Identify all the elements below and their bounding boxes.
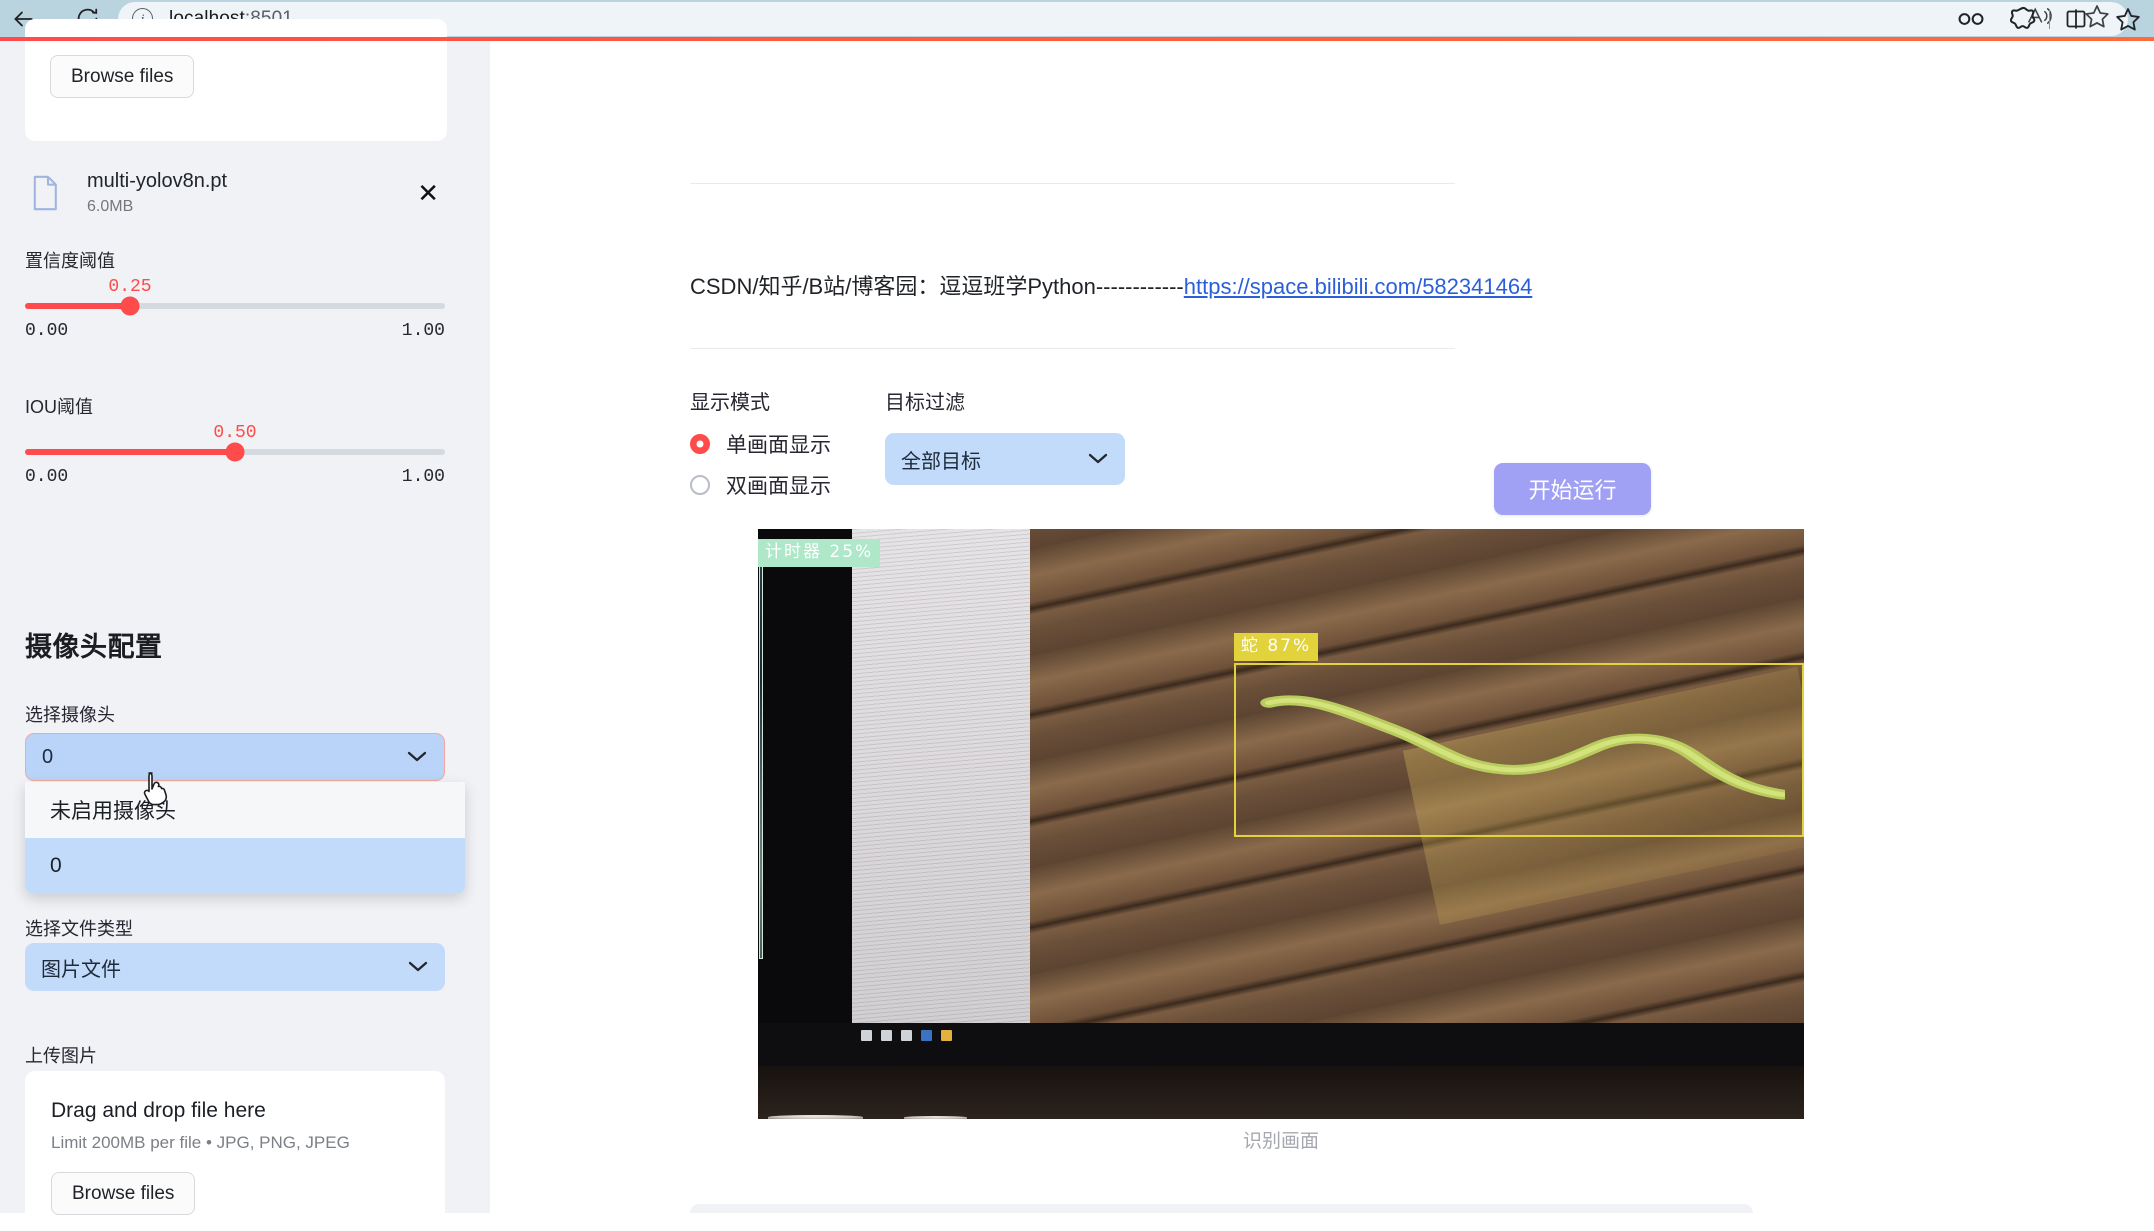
iou-slider-range: 0.00 1.00	[25, 467, 445, 487]
camera-option-0[interactable]: 0	[25, 838, 465, 894]
iou-slider-thumb[interactable]	[225, 442, 245, 462]
page-body: Browse files multi-yolov8n.pt 6.0MB ✕ 置信…	[0, 19, 2154, 1231]
confidence-slider-label: 置信度阈值	[25, 251, 115, 271]
bilibili-link[interactable]: https://space.bilibili.com/582341464	[1184, 274, 1533, 299]
windows-start-icon	[861, 1029, 873, 1041]
target-filter-label: 目标过滤	[885, 392, 965, 414]
iou-slider-max: 1.00	[401, 467, 445, 487]
iou-slider[interactable]: 0.50 0.00 1.00	[25, 423, 445, 487]
radio-dual-view-label: 双画面显示	[726, 475, 831, 498]
file-type-select[interactable]: 图片文件	[25, 943, 445, 991]
file-type-value: 图片文件	[41, 958, 121, 981]
camera-option-disabled[interactable]: 未启用摄像头	[25, 782, 465, 838]
mouse-cursor-pointer	[143, 772, 168, 806]
iou-slider-track[interactable]	[25, 442, 445, 462]
bottom-panel	[690, 1204, 1753, 1213]
sidebar: Browse files multi-yolov8n.pt 6.0MB ✕ 置信…	[0, 19, 490, 1231]
detection-label-snake: 蛇 87%	[1233, 632, 1319, 661]
app-icon-blue	[921, 1029, 933, 1041]
keyboard-region	[758, 1065, 1804, 1119]
image-file-uploader[interactable]: Drag and drop file here Limit 200MB per …	[25, 1071, 445, 1231]
camera-select-label: 选择摄像头	[25, 705, 115, 725]
app-icon-folder	[941, 1029, 953, 1041]
copilot-icon[interactable]	[1997, 0, 2049, 37]
credit-line: CSDN/知乎/B站/博客园：逗逗班学Python------------htt…	[690, 269, 1532, 301]
target-filter-value: 全部目标	[901, 450, 981, 473]
browser-extensions-area	[1945, 0, 2154, 37]
file-icon	[25, 175, 65, 211]
divider-top	[690, 183, 1455, 184]
main-content: CSDN/知乎/B站/博客园：逗逗班学Python------------htt…	[490, 41, 2154, 1213]
credit-text: CSDN/知乎/B站/博客园：逗逗班学Python------------	[690, 274, 1184, 299]
iou-slider-fill	[25, 449, 235, 455]
streamlit-accent-bar	[0, 37, 2154, 41]
snake-shape	[1260, 695, 1785, 800]
divider-bottom	[690, 348, 1455, 349]
camera-select-value: 0	[42, 745, 54, 768]
radio-dual-view[interactable]: 双画面显示	[690, 470, 831, 500]
star-collections-icon[interactable]	[2102, 0, 2154, 37]
radio-single-view-input[interactable]	[690, 434, 710, 454]
chevron-down-icon[interactable]	[407, 956, 429, 979]
search-icon	[881, 1029, 893, 1041]
confidence-slider-fill	[25, 303, 130, 309]
radio-single-view-label: 单画面显示	[726, 434, 831, 457]
hand-region-2	[904, 1116, 968, 1119]
image-browse-files-button[interactable]: Browse files	[51, 1172, 196, 1215]
chevron-down-icon[interactable]	[406, 746, 428, 769]
iou-slider-group: IOU阈值 0.50 0.00 1.00	[25, 393, 445, 487]
iou-slider-value: 0.50	[213, 423, 257, 443]
confidence-slider[interactable]: 0.25 0.00 1.00	[25, 277, 445, 341]
drag-drop-text: Drag and drop file here	[51, 1099, 266, 1122]
radio-dual-view-input[interactable]	[690, 475, 710, 495]
timer-detection-region	[758, 543, 763, 959]
chevron-down-icon[interactable]	[1087, 448, 1109, 471]
confidence-slider-range: 0.00 1.00	[25, 321, 445, 341]
upload-limit-text: Limit 200MB per file • JPG, PNG, JPEG	[51, 1133, 350, 1152]
hand-region	[768, 1114, 863, 1119]
fabric-region	[852, 529, 1030, 1023]
confidence-slider-thumb[interactable]	[120, 296, 140, 316]
uploaded-file-name: multi-yolov8n.pt	[87, 170, 228, 192]
detection-box-snake	[1233, 662, 1804, 837]
detection-label-timer: 计时器 25%	[758, 539, 881, 567]
split-screen-icon[interactable]	[2050, 0, 2102, 37]
confidence-slider-value: 0.25	[108, 277, 152, 297]
infinity-icon[interactable]	[1945, 0, 1997, 37]
video-caption: 识别画面	[1242, 1131, 1319, 1152]
iou-slider-label: IOU阈值	[25, 397, 94, 417]
image-upload-label: 上传图片	[25, 1046, 97, 1066]
display-mode-label: 显示模式	[690, 392, 770, 414]
iou-slider-min: 0.00	[25, 467, 69, 487]
display-mode-group: 显示模式 单画面显示 双画面显示	[690, 386, 831, 500]
camera-select-dropdown[interactable]: 未启用摄像头 0	[25, 782, 465, 894]
file-meta: multi-yolov8n.pt 6.0MB	[87, 169, 227, 216]
screen-left-dark-region	[758, 529, 853, 1023]
confidence-slider-min: 0.00	[25, 321, 69, 341]
detection-video-frame: 计时器 25% 蛇 87%	[758, 529, 1804, 1119]
file-type-label: 选择文件类型	[25, 919, 133, 939]
uploaded-file-size: 6.0MB	[87, 198, 134, 215]
confidence-slider-max: 1.00	[401, 321, 445, 341]
camera-config-heading: 摄像头配置	[25, 632, 163, 662]
confidence-slider-group: 置信度阈值 0.25 0.00 1.00	[25, 247, 445, 341]
target-filter-select[interactable]: 全部目标	[885, 433, 1125, 485]
radio-single-view[interactable]: 单画面显示	[690, 429, 831, 459]
camera-select[interactable]: 0	[25, 733, 445, 781]
target-filter-group: 目标过滤 全部目标	[885, 386, 1125, 485]
windows-taskbar	[852, 1023, 1103, 1047]
close-icon[interactable]: ✕	[417, 180, 445, 206]
task-view-icon	[901, 1029, 913, 1041]
confidence-slider-track[interactable]	[25, 296, 445, 316]
uploaded-model-file-row: multi-yolov8n.pt 6.0MB ✕	[25, 169, 445, 216]
run-button[interactable]: 开始运行	[1494, 463, 1651, 515]
model-browse-files-button[interactable]: Browse files	[50, 55, 195, 98]
